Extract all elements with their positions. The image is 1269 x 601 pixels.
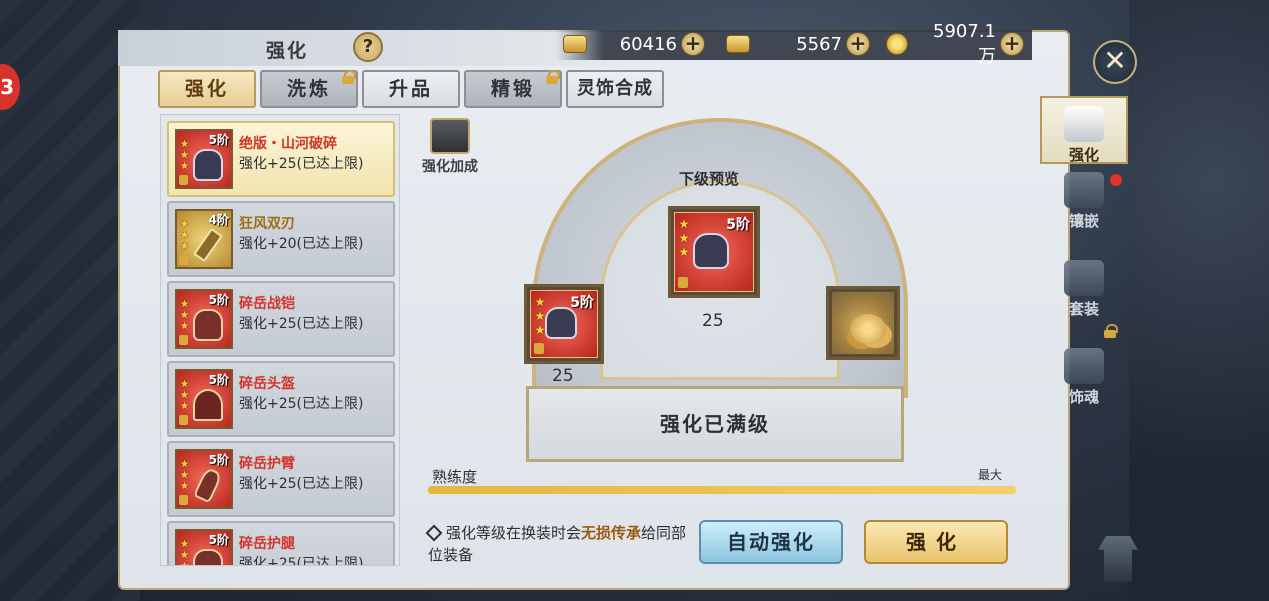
diamond-icon (425, 524, 443, 542)
coins-icon (832, 292, 894, 354)
coin-icon (886, 33, 908, 55)
list-item[interactable]: 4阶 ★★★ 狂风双刃 强化+20(已达上限) (167, 201, 395, 277)
item-level: 强化+25(已达上限) (239, 396, 364, 412)
gold-ingot-icon (563, 35, 587, 53)
item-name: 碎岳护腿 (239, 536, 295, 552)
equipment-icon: 4阶 ★★★ (175, 209, 233, 269)
equipment-icon: 5阶 ★★★ (175, 129, 233, 189)
next-level-count: 25 (702, 311, 724, 331)
side-item-inlay[interactable]: 镶嵌 (1040, 172, 1128, 252)
item-name: 碎岳护臂 (239, 456, 295, 472)
side-nav: 强化 镶嵌 套装 饰魂 (1040, 96, 1128, 428)
add-silver-button[interactable]: + (846, 32, 870, 56)
item-level: 强化+20(已达上限) (239, 236, 364, 252)
armor-set-icon (1064, 260, 1104, 296)
strengthen-bonus-button[interactable]: 强化加成 (414, 118, 486, 176)
equipment-icon: 5阶 ★★★ (175, 529, 233, 565)
lock-icon (534, 343, 544, 354)
close-button[interactable]: ✕ (1093, 40, 1137, 84)
lock-icon (678, 277, 688, 288)
maxed-status: 强化已满级 (526, 386, 904, 462)
add-gold-button[interactable]: + (681, 32, 705, 56)
background-right (1129, 0, 1269, 601)
tab-bar: 强化 洗炼 升品 精锻 灵饰合成 (158, 70, 664, 108)
item-name: 绝版・山河破碎 (239, 136, 337, 152)
currency-silver: 5567 + (726, 31, 870, 57)
silver-amount: 5567 (796, 33, 842, 55)
tab-forge[interactable]: 精锻 (464, 70, 562, 108)
currency-coin: 5907.1万 + (886, 21, 1024, 67)
proficiency-fill (428, 486, 1016, 494)
inheritance-note: 强化等级在换装时会无损传承给同部位装备 (425, 522, 698, 566)
item-level: 强化+25(已达上限) (239, 156, 364, 172)
current-item-slot[interactable]: 5阶 ★★★ (524, 284, 604, 364)
next-level-item-slot[interactable]: 5阶 ★★★ (668, 206, 760, 298)
tab-upgrade[interactable]: 升品 (362, 70, 460, 108)
material-slot[interactable] (826, 286, 900, 360)
item-name: 狂风双刃 (239, 216, 295, 232)
item-level: 强化+25(已达上限) (239, 476, 364, 492)
side-item-soul[interactable]: 饰魂 (1040, 348, 1128, 428)
list-item[interactable]: 5阶 ★★★ 碎岳头盔 强化+25(已达上限) (167, 361, 395, 437)
lock-icon (179, 335, 188, 345)
lock-icon (1104, 324, 1118, 338)
equipment-icon: 5阶 ★★★ (175, 369, 233, 429)
proficiency-bar (428, 486, 1016, 494)
strengthen-icon (1064, 106, 1104, 142)
help-button[interactable]: ? (353, 32, 383, 62)
lock-icon (179, 415, 188, 425)
anvil-icon (430, 118, 470, 154)
coin-amount: 5907.1万 (933, 20, 996, 67)
auto-strengthen-button[interactable]: 自动强化 (699, 520, 843, 564)
list-item[interactable]: 5阶 ★★★ 碎岳战铠 强化+25(已达上限) (167, 281, 395, 357)
next-level-preview-label: 下级预览 (679, 170, 740, 188)
proficiency-label: 熟练度 (432, 468, 478, 486)
lock-icon (546, 70, 560, 84)
item-name: 碎岳战铠 (239, 296, 295, 312)
list-item[interactable]: 5阶 ★★★ 碎岳护臂 强化+25(已达上限) (167, 441, 395, 517)
equipment-list[interactable]: 5阶 ★★★ 绝版・山河破碎 强化+25(已达上限) 4阶 ★★★ 狂风双刃 强化+… (160, 114, 400, 566)
tab-strengthen[interactable]: 强化 (158, 70, 256, 108)
close-icon: ✕ (1103, 44, 1127, 77)
lock-icon (342, 70, 356, 84)
lantern-decoration (1098, 536, 1138, 582)
add-coin-button[interactable]: + (1000, 32, 1024, 56)
current-item-count: 25 (552, 366, 574, 386)
lock-icon (179, 175, 188, 185)
list-item[interactable]: 5阶 ★★★ 绝版・山河破碎 强化+25(已达上限) (167, 121, 395, 197)
item-name: 碎岳头盔 (239, 376, 295, 392)
strengthen-button[interactable]: 强化 (864, 520, 1008, 564)
item-level: 强化+25(已达上限) (239, 556, 364, 566)
tab-refine[interactable]: 洗炼 (260, 70, 358, 108)
item-level: 强化+25(已达上限) (239, 316, 364, 332)
side-item-strengthen[interactable]: 强化 (1040, 96, 1128, 164)
gold-amount: 60416 (619, 33, 677, 55)
lock-icon (179, 255, 188, 265)
page-title: 强化 (266, 40, 309, 62)
silver-ingot-icon (726, 35, 750, 53)
list-item[interactable]: 5阶 ★★★ 碎岳护腿 强化+25(已达上限) (167, 521, 395, 566)
tab-ornament-synthesis[interactable]: 灵饰合成 (566, 70, 664, 108)
currency-gold: 60416 + (563, 31, 705, 57)
equipment-icon: 5阶 ★★★ (175, 289, 233, 349)
lock-icon (179, 495, 188, 505)
proficiency-max-label: 最大 (978, 468, 1003, 482)
inlay-icon (1064, 172, 1104, 208)
bonus-label: 强化加成 (422, 159, 478, 175)
equipment-icon: 5阶 ★★★ (175, 449, 233, 509)
soul-icon (1064, 348, 1104, 384)
